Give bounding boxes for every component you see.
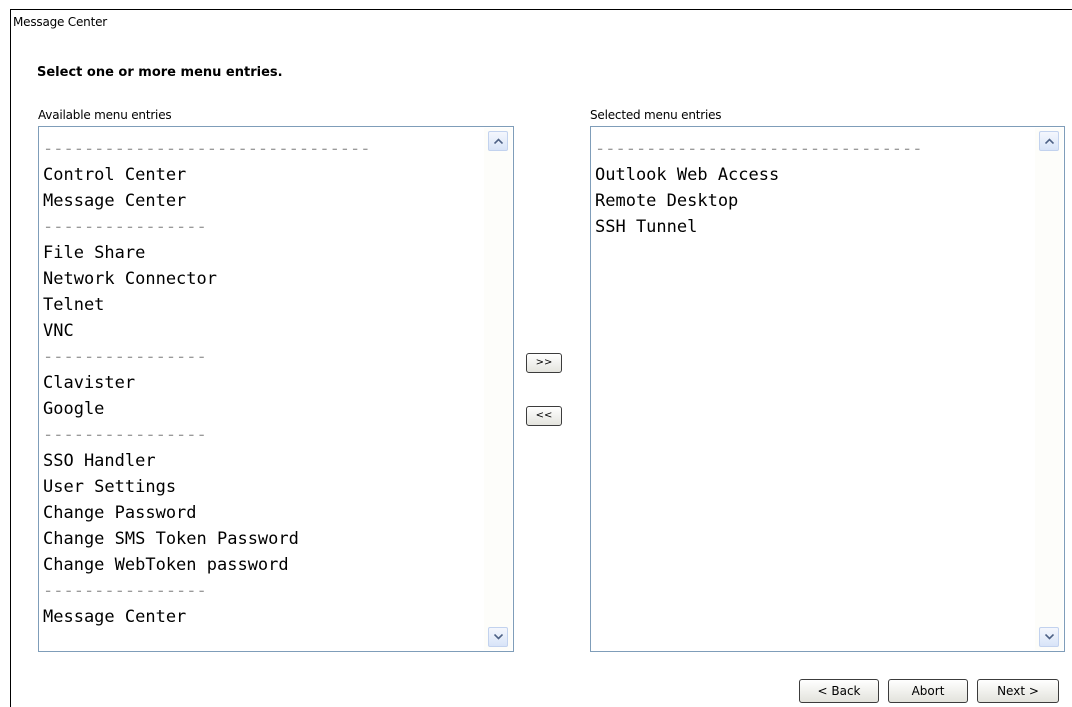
list-item[interactable]: Network Connector: [43, 266, 479, 292]
list-item[interactable]: Telnet: [43, 292, 479, 318]
available-entries-label: Available menu entries: [38, 108, 172, 122]
list-item[interactable]: Change WebToken password: [43, 552, 479, 578]
list-separator: --------------------------------: [595, 139, 923, 159]
list-separator: ----------------: [43, 581, 207, 601]
instruction-text: Select one or more menu entries.: [37, 65, 283, 80]
remove-selected-button[interactable]: <<: [526, 406, 562, 426]
list-item[interactable]: File Share: [43, 240, 479, 266]
list-item[interactable]: SSH Tunnel: [595, 214, 1030, 240]
message-center-window: Message Center Select one or more menu e…: [10, 9, 1072, 707]
scroll-down-button[interactable]: [488, 627, 508, 647]
list-separator: ----------------: [43, 217, 207, 237]
list-item[interactable]: Google: [43, 396, 479, 422]
selected-entries-listbox[interactable]: -------------------------------- Outlook …: [590, 126, 1065, 652]
list-separator: ----------------: [43, 347, 207, 367]
list-item[interactable]: Change SMS Token Password: [43, 526, 479, 552]
list-separator: ----------------: [43, 425, 207, 445]
list-item[interactable]: Remote Desktop: [595, 188, 1030, 214]
list-item[interactable]: User Settings: [43, 474, 479, 500]
chevron-down-icon: [494, 634, 503, 640]
scroll-down-button[interactable]: [1039, 627, 1059, 647]
list-item[interactable]: Control Center: [43, 162, 479, 188]
list-item[interactable]: Clavister: [43, 370, 479, 396]
available-entries-listbox[interactable]: -------------------------------- Control …: [38, 126, 514, 652]
scroll-up-button[interactable]: [1039, 131, 1059, 151]
abort-button[interactable]: Abort: [888, 679, 968, 703]
list-separator: --------------------------------: [43, 139, 371, 159]
add-selected-button[interactable]: >>: [526, 353, 562, 373]
list-item[interactable]: Message Center: [43, 604, 479, 630]
selected-entries-label: Selected menu entries: [590, 108, 722, 122]
chevron-up-icon: [1045, 138, 1054, 144]
chevron-down-icon: [1045, 634, 1054, 640]
chevron-up-icon: [494, 138, 503, 144]
window-title: Message Center: [13, 15, 107, 29]
list-item[interactable]: Outlook Web Access: [595, 162, 1030, 188]
back-button[interactable]: < Back: [799, 679, 879, 703]
list-item[interactable]: VNC: [43, 318, 479, 344]
selected-scrollbar[interactable]: [1035, 128, 1063, 650]
list-item[interactable]: SSO Handler: [43, 448, 479, 474]
selected-entries-list: -------------------------------- Outlook …: [595, 136, 1030, 240]
list-item[interactable]: Message Center: [43, 188, 479, 214]
list-item[interactable]: Change Password: [43, 500, 479, 526]
scroll-up-button[interactable]: [488, 131, 508, 151]
available-scrollbar[interactable]: [484, 128, 512, 650]
next-button[interactable]: Next >: [977, 679, 1059, 703]
available-entries-list: -------------------------------- Control …: [43, 136, 479, 630]
